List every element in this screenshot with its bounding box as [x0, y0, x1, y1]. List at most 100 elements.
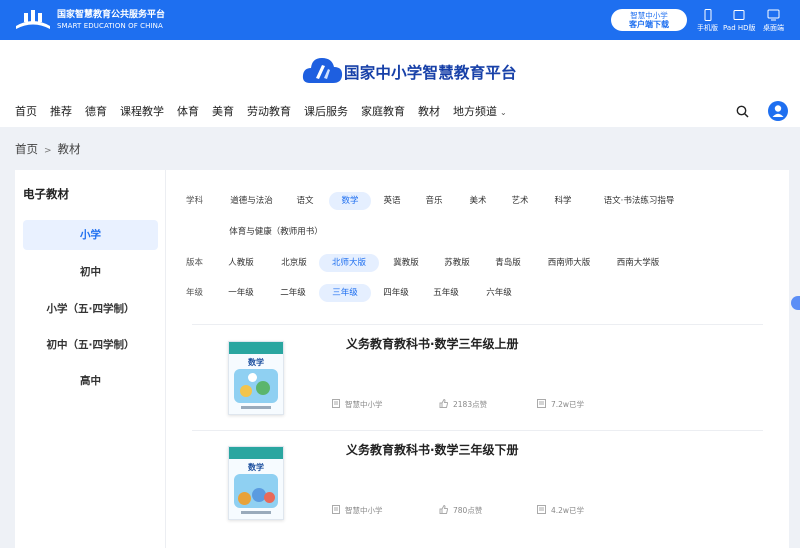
desktop-version-label: 桌面端: [763, 24, 784, 32]
cover-title: 数学: [248, 463, 264, 472]
cover-header: [229, 447, 283, 459]
book-likes: 2183点赞: [439, 398, 488, 410]
grade-option-2[interactable]: 二年级: [278, 284, 308, 302]
phone-version-link[interactable]: 手机版: [697, 9, 718, 33]
search-icon[interactable]: [736, 105, 749, 118]
grade-filter-label: 年级: [186, 288, 204, 298]
desktop-icon: [767, 9, 780, 21]
nav-item-sports[interactable]: 体育: [177, 104, 199, 120]
nav-item-moral[interactable]: 德育: [85, 104, 107, 120]
tablet-icon: [733, 10, 745, 20]
user-avatar-icon[interactable]: [768, 101, 788, 121]
desktop-version-link[interactable]: 桌面端: [763, 9, 784, 33]
cover-publisher-mark: [241, 511, 271, 514]
nav-item-home[interactable]: 首页: [15, 104, 37, 120]
thumbs-up-icon: [439, 398, 449, 408]
book-likes-text: 2183点赞: [453, 400, 488, 409]
subject-option-science[interactable]: 科学: [549, 192, 577, 210]
local-channels-label: 地方频道: [453, 105, 497, 118]
edition-option-swnu[interactable]: 西南师大版: [545, 254, 593, 272]
subject-option-fine-arts[interactable]: 美术: [464, 192, 492, 210]
subject-option-english[interactable]: 英语: [378, 192, 406, 210]
book-cover[interactable]: 数学: [228, 341, 284, 415]
subject-option-pe-teacher[interactable]: 体育与健康（教师用书）: [226, 223, 326, 241]
sidebar-item-primary[interactable]: 小学: [23, 220, 158, 250]
sidebar: 电子教材 小学 初中 小学（五·四学制） 初中（五·四学制） 高中: [15, 170, 166, 548]
nav-item-courses[interactable]: 课程教学: [120, 104, 164, 120]
book-learned-text: 4.2w已学: [551, 506, 585, 515]
nav-item-textbooks[interactable]: 教材: [418, 104, 440, 120]
pad-version-label: Pad HD版: [723, 24, 756, 32]
sidebar-item-senior[interactable]: 高中: [23, 366, 158, 396]
cover-header: [229, 342, 283, 354]
subject-filter-label: 学科: [186, 196, 204, 206]
client-download-button[interactable]: 智慧中小学 客户端下载: [611, 9, 687, 31]
document-icon: [332, 505, 340, 514]
subject-option-chinese[interactable]: 语文: [289, 192, 321, 210]
book-publisher-text: 智慧中小学: [345, 400, 383, 409]
book-title[interactable]: 义务教育教科书·数学三年级下册: [346, 441, 519, 458]
brand-logo[interactable]: 国家中小学智慧教育平台: [302, 55, 517, 85]
subject-option-calligraphy[interactable]: 语文·书法练习指导: [594, 192, 684, 210]
nav-item-family[interactable]: 家庭教育: [361, 104, 405, 120]
pad-version-link[interactable]: Pad HD版: [723, 9, 756, 33]
download-line1: 智慧中小学: [630, 11, 668, 20]
cover-publisher-mark: [241, 406, 271, 409]
content-panel: 电子教材 小学 初中 小学（五·四学制） 初中（五·四学制） 高中 学科 道德与…: [15, 170, 789, 548]
platform-subtitle: SMART EDUCATION OF CHINA: [57, 22, 163, 30]
edition-option-hebei[interactable]: 冀教版: [391, 254, 421, 272]
cover-title: 数学: [248, 358, 264, 367]
cover-illustration: [234, 474, 278, 508]
platform-title[interactable]: 国家智慧教育公共服务平台: [57, 10, 165, 21]
edition-option-beijing[interactable]: 北京版: [279, 254, 309, 272]
brand-title: 国家中小学智慧教育平台: [344, 64, 517, 82]
subject-option-moral[interactable]: 道德与法治: [224, 192, 279, 210]
nav-item-after-school[interactable]: 课后服务: [304, 104, 348, 120]
nav-item-arts[interactable]: 美育: [212, 104, 234, 120]
nav-item-recommend[interactable]: 推荐: [50, 104, 72, 120]
grade-option-5[interactable]: 五年级: [431, 284, 461, 302]
user-silhouette-icon: [772, 105, 784, 117]
sidebar-item-primary-54[interactable]: 小学（五·四学制）: [23, 294, 158, 324]
phone-version-label: 手机版: [697, 24, 718, 32]
grade-option-6[interactable]: 六年级: [484, 284, 514, 302]
book-publisher: 智慧中小学: [332, 399, 383, 410]
phone-icon: [704, 9, 711, 21]
book-card[interactable]: 数学 义务教育教科书·数学三年级下册 智慧中小学 780点赞 4.2w已学: [192, 430, 763, 536]
subject-option-art[interactable]: 艺术: [506, 192, 534, 210]
edition-option-pep[interactable]: 人教版: [226, 254, 256, 272]
cloud-logo-icon: [302, 58, 343, 83]
sidebar-item-junior-54[interactable]: 初中（五·四学制）: [23, 330, 158, 360]
edition-option-swu[interactable]: 西南大学版: [614, 254, 662, 272]
edition-option-bnu[interactable]: 北师大版: [319, 254, 379, 272]
book-publisher-text: 智慧中小学: [345, 506, 383, 515]
breadcrumb: 首页 > 教材: [15, 141, 81, 157]
nav-item-labor[interactable]: 劳动教育: [247, 104, 291, 120]
grade-option-4[interactable]: 四年级: [381, 284, 411, 302]
edition-option-qingdao[interactable]: 青岛版: [493, 254, 523, 272]
sidebar-title: 电子教材: [23, 187, 69, 201]
book-learned: 4.2w已学: [537, 505, 584, 516]
sidebar-item-junior[interactable]: 初中: [23, 257, 158, 287]
platform-logo-icon[interactable]: [14, 8, 52, 32]
subject-option-math[interactable]: 数学: [329, 192, 371, 210]
breadcrumb-home[interactable]: 首页: [15, 142, 38, 156]
book-publisher: 智慧中小学: [332, 505, 383, 516]
grade-option-1[interactable]: 一年级: [226, 284, 256, 302]
book-cover[interactable]: 数学: [228, 446, 284, 520]
subject-option-music[interactable]: 音乐: [420, 192, 448, 210]
book-title[interactable]: 义务教育教科书·数学三年级上册: [346, 335, 519, 352]
document-icon: [332, 399, 340, 408]
edition-option-jiangsu[interactable]: 苏教版: [442, 254, 472, 272]
book-learned: 7.2w已学: [537, 399, 584, 410]
chevron-down-icon: ⌄: [500, 108, 507, 117]
floating-side-tab[interactable]: [791, 296, 800, 310]
book-icon: [537, 505, 546, 514]
book-icon: [537, 399, 546, 408]
top-bar: 国家智慧教育公共服务平台 SMART EDUCATION OF CHINA 智慧…: [0, 0, 800, 40]
grade-option-3[interactable]: 三年级: [319, 284, 371, 302]
site-header: 国家中小学智慧教育平台 首页 推荐 德育 课程教学 体育 美育 劳动教育 课后服务 家庭教育 教材…: [0, 40, 800, 127]
nav-item-local-channels[interactable]: 地方频道 ⌄: [453, 104, 520, 121]
book-card[interactable]: 数学 义务教育教科书·数学三年级上册 智慧中小学 2183点赞 7.2w已学: [192, 324, 763, 430]
cover-illustration: [234, 369, 278, 403]
